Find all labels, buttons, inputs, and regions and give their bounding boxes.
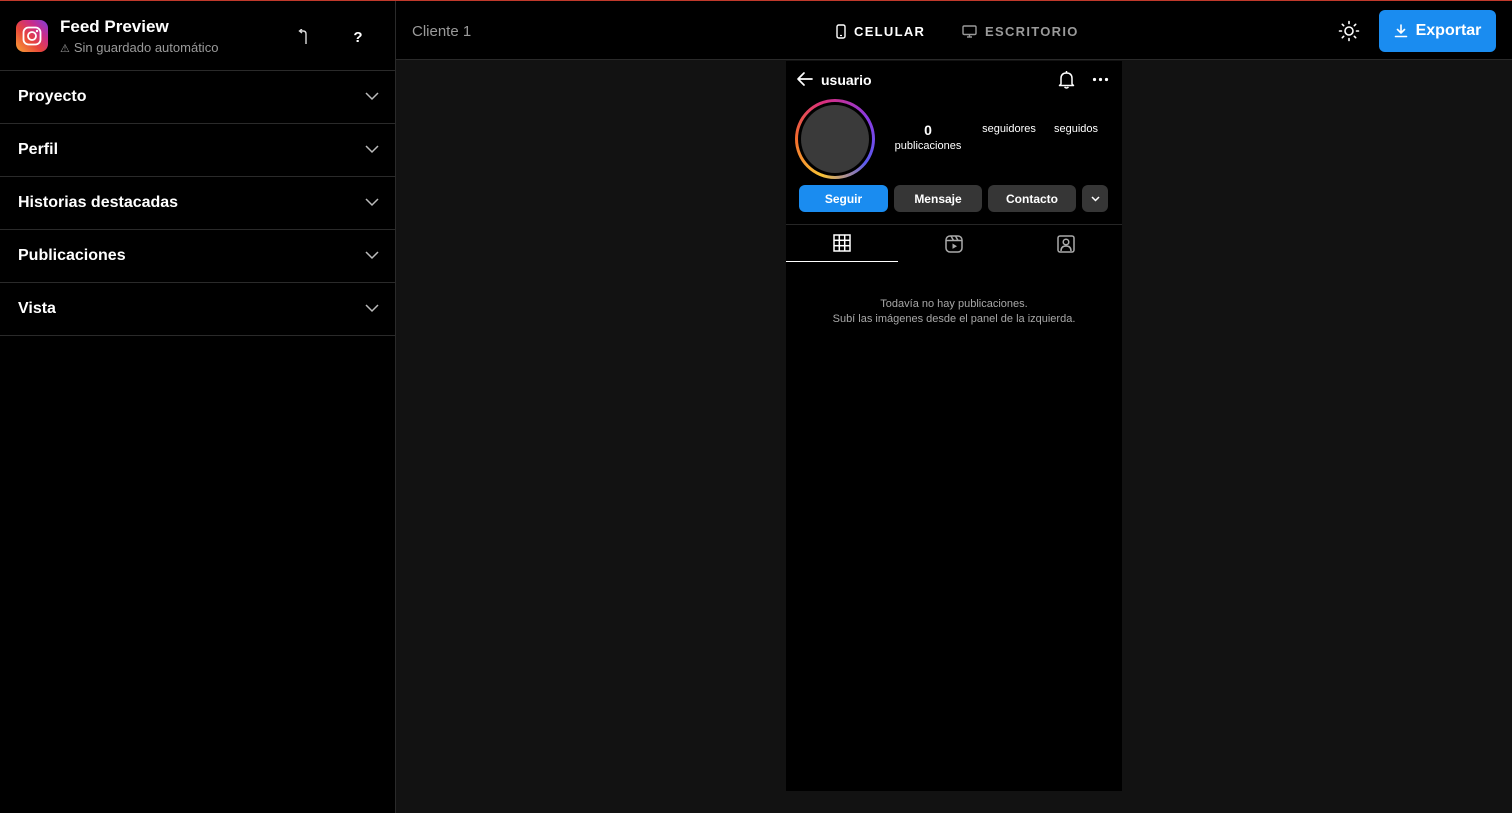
main-canvas: Cliente 1 CELULAR ESCRITORIO Exportar us… [396, 1, 1512, 813]
profile-header: usuario [786, 61, 1122, 97]
stat-posts: 0 publicaciones [890, 122, 966, 152]
posts-label: publicaciones [894, 140, 962, 152]
tab-posts-grid[interactable] [786, 225, 898, 262]
sidebar: Feed Preview ⚠ Sin guardado automático ? … [0, 1, 396, 813]
arrow-left-icon[interactable] [796, 71, 813, 87]
undo-icon [298, 29, 307, 44]
save-status-text: Sin guardado automático [73, 40, 219, 55]
tab-reels[interactable] [898, 225, 1010, 262]
section-label: Vista [18, 300, 56, 317]
chevron-down-icon [365, 92, 379, 101]
export-button[interactable]: Exportar [1379, 10, 1496, 52]
monitor-icon [962, 24, 977, 38]
warning-icon: ⚠ [60, 43, 70, 55]
help-button[interactable]: ? [346, 25, 370, 49]
tagged-user-icon [1057, 234, 1075, 253]
client-name: Cliente 1 [412, 23, 472, 40]
section-label: Perfil [18, 141, 59, 158]
posts-count: 0 [924, 122, 932, 138]
section-label: Proyecto [18, 88, 87, 105]
followers-label: seguidores [982, 123, 1036, 135]
chevron-down-icon [365, 251, 379, 260]
section-perfil[interactable]: Perfil [0, 124, 395, 177]
chevron-down-icon [365, 198, 379, 207]
smartphone-icon [836, 23, 846, 39]
empty-state-hint: Subí las imágenes desde el panel de la i… [832, 313, 1076, 325]
stat-following[interactable]: seguidos [1048, 123, 1104, 135]
reels-icon [945, 234, 963, 253]
chevron-down-icon [365, 304, 379, 313]
empty-state: Todavía no hay publicaciones. Subí las i… [786, 297, 1122, 327]
sun-icon [1338, 20, 1360, 42]
view-mobile-button[interactable]: CELULAR [836, 21, 925, 41]
section-vista[interactable]: Vista [0, 283, 395, 336]
message-button[interactable]: Mensaje [894, 185, 982, 212]
avatar [801, 105, 869, 173]
download-icon [1394, 24, 1407, 38]
section-label: Publicaciones [18, 247, 126, 264]
export-label: Exportar [1415, 22, 1482, 39]
save-status: ⚠ Sin guardado automático [60, 40, 218, 55]
undo-button[interactable] [292, 25, 316, 49]
chevron-down-icon [365, 145, 379, 154]
suggestions-button[interactable] [1082, 185, 1108, 212]
tab-tagged[interactable] [1010, 225, 1122, 262]
view-desktop-button[interactable]: ESCRITORIO [962, 21, 1079, 41]
chevron-down-icon [1090, 195, 1100, 202]
profile-username: usuario [821, 72, 872, 88]
empty-state-title: Todavía no hay publicaciones. [880, 298, 1028, 310]
story-ring[interactable] [795, 99, 875, 179]
following-label: seguidos [1053, 123, 1099, 135]
topbar: Cliente 1 CELULAR ESCRITORIO Exportar [396, 1, 1512, 60]
grid-icon [833, 234, 851, 252]
section-proyecto[interactable]: Proyecto [0, 71, 395, 124]
stat-followers[interactable]: seguidores [976, 123, 1042, 135]
view-desktop-label: ESCRITORIO [985, 23, 1079, 39]
profile-tabs [786, 224, 1122, 262]
view-mobile-label: CELULAR [854, 23, 926, 39]
bell-icon[interactable] [1058, 70, 1075, 89]
brand-header: Feed Preview ⚠ Sin guardado automático ? [0, 1, 395, 71]
instagram-logo-icon [16, 20, 48, 52]
more-horizontal-icon[interactable] [1092, 77, 1109, 82]
app-title: Feed Preview [60, 17, 169, 36]
avatar-gap [798, 102, 872, 176]
contact-button[interactable]: Contacto [988, 185, 1076, 212]
section-publicaciones[interactable]: Publicaciones [0, 230, 395, 283]
section-label: Historias destacadas [18, 194, 179, 211]
follow-button[interactable]: Seguir [799, 185, 888, 212]
phone-preview: usuario 0 publicaciones seguidores segui… [786, 61, 1122, 791]
section-historias-destacadas[interactable]: Historias destacadas [0, 177, 395, 230]
theme-toggle-button[interactable] [1338, 20, 1360, 42]
app-root: Feed Preview ⚠ Sin guardado automático ? … [0, 0, 1512, 813]
